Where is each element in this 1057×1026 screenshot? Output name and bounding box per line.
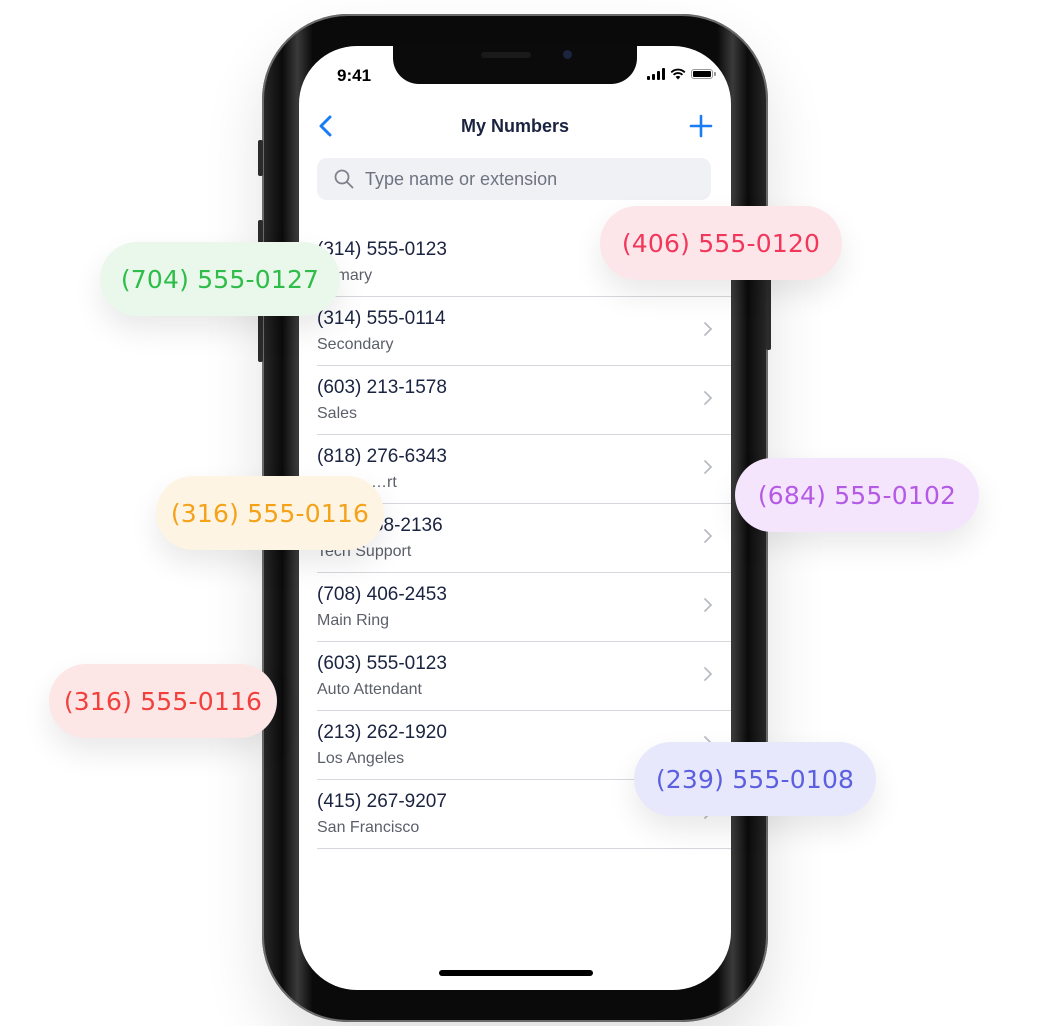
search-icon [334, 169, 354, 189]
floating-number-badge: (406) 555-0120 [600, 206, 842, 280]
chevron-right-icon [704, 529, 713, 543]
floating-number-badge: (704) 555-0127 [100, 242, 340, 316]
badge-number: (406) 555-0120 [621, 228, 821, 258]
search-bar [317, 158, 711, 200]
floating-number-badge: (684) 555-0102 [735, 458, 979, 532]
navigation-bar: My Numbers [299, 104, 731, 148]
phone-number: (818) 276-6343 [317, 446, 447, 467]
home-indicator[interactable] [439, 970, 593, 976]
phone-number: (603) 555-0123 [317, 653, 447, 674]
notch [393, 46, 637, 84]
badge-number: (316) 555-0116 [63, 686, 263, 716]
phone-number: (603) 213-1578 [317, 377, 447, 398]
number-label: Main Ring [317, 612, 390, 629]
phone-number: (314) 555-0123 [317, 239, 447, 260]
chevron-right-icon [704, 391, 713, 405]
cellular-signal-icon [647, 68, 665, 80]
chevron-right-icon [704, 322, 713, 336]
chevron-right-icon [704, 598, 713, 612]
mute-switch [258, 140, 263, 176]
number-label: Secondary [317, 336, 394, 353]
number-label: Auto Attendant [317, 681, 422, 698]
front-camera [563, 50, 572, 59]
number-label: Los Angeles [317, 750, 405, 767]
badge-number: (704) 555-0127 [120, 264, 320, 294]
number-label: San Francisco [317, 819, 420, 836]
speaker-grille [481, 52, 531, 58]
list-item[interactable]: (603) 555-0123 Auto Attendant [317, 642, 731, 711]
list-item[interactable]: (603) 213-1578 Sales [317, 366, 731, 435]
add-number-button[interactable] [687, 112, 715, 140]
list-item[interactable]: (708) 406-2453 Main Ring [317, 573, 731, 642]
phone-number: (213) 262-1920 [317, 722, 447, 743]
number-label: Sales [317, 405, 358, 422]
wifi-icon [670, 68, 686, 80]
search-input[interactable] [363, 167, 697, 191]
phone-number: (314) 555-0114 [317, 308, 446, 329]
list-item[interactable]: (314) 555-0114 Secondary [317, 297, 731, 366]
chevron-right-icon [704, 667, 713, 681]
page-title: My Numbers [460, 116, 570, 136]
chevron-right-icon [704, 460, 713, 474]
battery-icon [691, 69, 716, 79]
phone-number: (708) 406-2453 [317, 584, 447, 605]
badge-number: (316) 555-0116 [170, 498, 370, 528]
status-icons [647, 68, 716, 80]
badge-number: (239) 555-0108 [655, 764, 855, 794]
badge-number: (684) 555-0102 [757, 480, 957, 510]
status-time: 9:41 [337, 66, 372, 85]
floating-number-badge: (316) 555-0116 [49, 664, 277, 738]
floating-number-badge: (239) 555-0108 [634, 742, 876, 816]
phone-number: (415) 267-9207 [317, 791, 447, 812]
floating-number-badge: (316) 555-0116 [156, 476, 384, 550]
